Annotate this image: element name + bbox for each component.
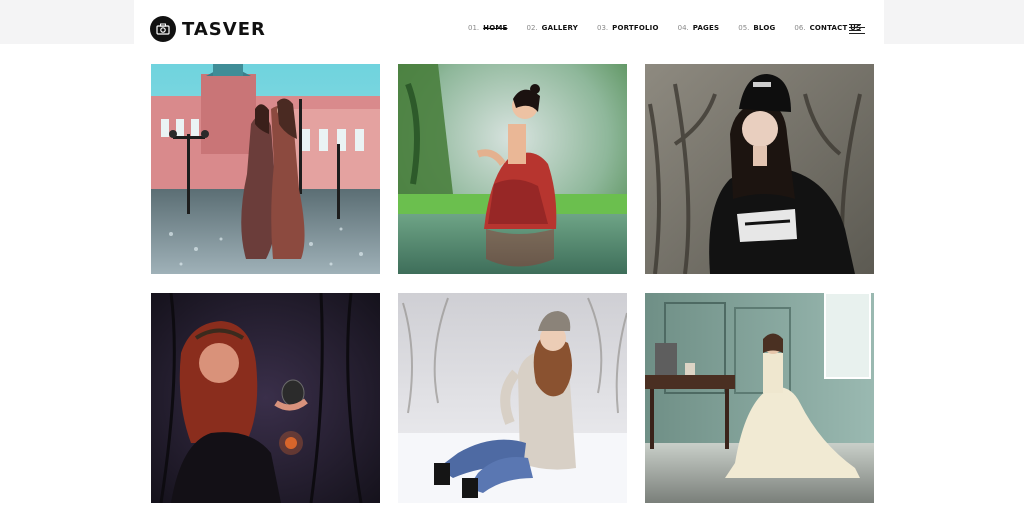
gallery-photo-two-women-palace[interactable]: [151, 64, 380, 274]
nav-item-gallery[interactable]: 02. GALLERY: [527, 24, 578, 32]
site-logo[interactable]: TASVER: [150, 16, 266, 42]
hamburger-menu-icon[interactable]: [849, 24, 865, 34]
nav-item-label: BLOG: [753, 24, 776, 32]
site-header: TASVER 01. HOME 02. GALLERY 03. PORTFOLI…: [134, 0, 884, 56]
gallery-photo-woman-in-lake[interactable]: [398, 64, 627, 274]
main-nav: 01. HOME 02. GALLERY 03. PORTFOLIO 04. P…: [468, 24, 880, 32]
woman-sitting-snow-photo: [398, 293, 627, 503]
woman-red-hair-forest-photo: [151, 293, 380, 503]
nav-item-number: 03.: [596, 24, 609, 32]
nav-item-number: 02.: [526, 24, 538, 32]
two-women-palace-photo: [151, 64, 380, 274]
gallery-photo-woman-white-gown[interactable]: [645, 293, 874, 503]
nav-item-number: 01.: [468, 24, 480, 32]
brand-name: TASVER: [182, 18, 266, 40]
nav-item-pages[interactable]: 04. PAGES: [678, 24, 720, 32]
camera-icon: [150, 16, 176, 42]
nav-item-number: 04.: [677, 24, 689, 32]
nav-item-home[interactable]: 01. HOME: [468, 24, 508, 32]
woman-black-beanie-photo: [645, 64, 874, 274]
gallery-photo-woman-sitting-snow[interactable]: [398, 293, 627, 503]
nav-item-number: 05.: [738, 24, 750, 32]
nav-item-blog[interactable]: 05. BLOG: [738, 24, 775, 32]
woman-white-gown-photo: [645, 293, 874, 503]
nav-item-label: PAGES: [692, 24, 720, 32]
gallery-photo-woman-black-beanie[interactable]: [645, 64, 874, 274]
nav-item-label: PORTFOLIO: [612, 24, 659, 32]
gallery-photo-woman-red-hair-forest[interactable]: [151, 293, 380, 503]
nav-item-number: 06.: [794, 24, 806, 32]
nav-item-label: HOME: [483, 24, 508, 32]
nav-item-label: GALLERY: [541, 24, 578, 32]
photo-gallery: [151, 64, 874, 503]
header-side-panel-right: [884, 0, 1024, 44]
header-side-panel-left: [0, 0, 134, 44]
nav-item-portfolio[interactable]: 03. PORTFOLIO: [597, 24, 659, 32]
woman-in-lake-photo: [398, 64, 627, 274]
